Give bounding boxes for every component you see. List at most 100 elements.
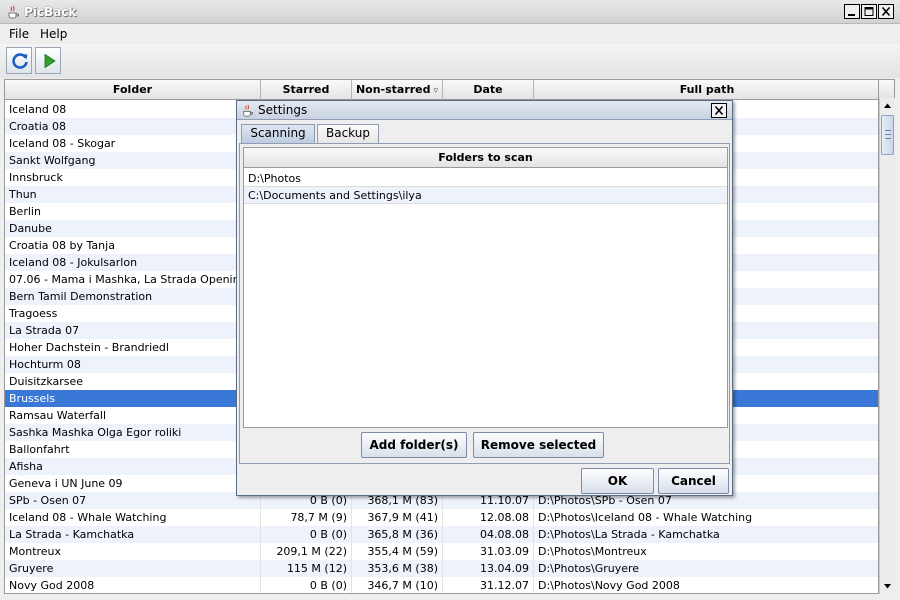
dialog-title-bar: Settings bbox=[237, 101, 732, 120]
cell-folder: La Strada 07 bbox=[5, 322, 261, 339]
column-header-starred[interactable]: Starred bbox=[261, 80, 352, 100]
minimize-icon bbox=[848, 14, 855, 16]
arrow-up-icon bbox=[884, 103, 891, 108]
maximize-button[interactable] bbox=[861, 4, 877, 19]
sort-descending-icon: ▿ bbox=[433, 86, 439, 96]
close-button[interactable] bbox=[878, 4, 894, 19]
table-row[interactable]: Novy God 2008 0 B (0) 346,7 M (10) 31.12.07… bbox=[5, 577, 878, 593]
java-cup-icon bbox=[8, 5, 19, 19]
table-header: Folder Starred Non-starred ▿ Date Full pa… bbox=[5, 80, 878, 100]
menu-help[interactable]: Help bbox=[40, 27, 67, 41]
table-row[interactable]: La Strada - Kamchatka 0 B (0) 365,8 M (36)… bbox=[5, 526, 878, 543]
column-header-folder[interactable]: Folder bbox=[5, 80, 261, 100]
table-row[interactable]: Montreux 209,1 M (22) 355,4 M (59) 31.03.09… bbox=[5, 543, 878, 560]
cell-folder: Croatia 08 bbox=[5, 118, 261, 135]
cell-folder: Novy God 2008 bbox=[5, 577, 261, 593]
cell-non-starred: 355,4 M (59) bbox=[352, 543, 443, 560]
column-header-non-starred[interactable]: Non-starred ▿ bbox=[352, 80, 443, 100]
scroll-grip-line bbox=[885, 138, 891, 139]
scroll-thumb[interactable] bbox=[881, 115, 894, 155]
window-title-bar: PicBack bbox=[0, 0, 900, 24]
cell-folder: Croatia 08 by Tanja bbox=[5, 237, 261, 254]
cell-starred: 78,7 M (9) bbox=[261, 509, 352, 526]
cell-non-starred: 353,6 M (38) bbox=[352, 560, 443, 577]
cell-folder: Innsbruck bbox=[5, 169, 261, 186]
remove-selected-button[interactable]: Remove selected bbox=[473, 432, 604, 458]
java-cup-icon bbox=[243, 104, 253, 117]
column-header-date[interactable]: Date bbox=[443, 80, 534, 100]
list-item[interactable]: D:\Photos bbox=[244, 170, 727, 187]
cell-starred: 0 B (0) bbox=[261, 526, 352, 543]
cell-folder: Ballonfahrt bbox=[5, 441, 261, 458]
cell-folder: Ramsau Waterfall bbox=[5, 407, 261, 424]
arrow-down-icon bbox=[884, 584, 891, 589]
cell-folder: Iceland 08 - Whale Watching bbox=[5, 509, 261, 526]
cell-non-starred: 346,7 M (10) bbox=[352, 577, 443, 593]
cell-starred: 0 B (0) bbox=[261, 577, 352, 593]
add-folder-button[interactable]: Add folder(s) bbox=[361, 432, 467, 458]
close-icon bbox=[714, 105, 724, 116]
cell-folder: La Strada - Kamchatka bbox=[5, 526, 261, 543]
close-icon bbox=[881, 6, 891, 17]
cell-folder: SPb - Osen 07 bbox=[5, 492, 261, 509]
cell-folder: Thun bbox=[5, 186, 261, 203]
cell-folder: 07.06 - Mama i Mashka, La Strada Opening bbox=[5, 271, 261, 288]
table-header-corner bbox=[879, 79, 895, 99]
scroll-grip-line bbox=[885, 134, 891, 135]
cell-folder: Sashka Mashka Olga Egor roliki bbox=[5, 424, 261, 441]
cell-full-path: D:\Photos\Montreux bbox=[538, 545, 647, 558]
menu-file[interactable]: File bbox=[9, 27, 29, 41]
toolbar bbox=[0, 44, 900, 78]
cancel-button[interactable]: Cancel bbox=[658, 468, 729, 494]
cell-date: 31.12.07 bbox=[443, 577, 534, 593]
dialog-close-button[interactable] bbox=[711, 103, 727, 118]
folders-to-scan-list[interactable]: Folders to scan D:\Photos C:\Documents a… bbox=[243, 147, 728, 428]
list-item[interactable]: C:\Documents and Settings\ilya bbox=[244, 187, 727, 204]
scroll-up-button[interactable] bbox=[880, 98, 895, 114]
cell-folder: Brussels bbox=[5, 390, 261, 407]
tab-backup[interactable]: Backup bbox=[317, 124, 379, 143]
cell-folder: Berlin bbox=[5, 203, 261, 220]
cell-folder: Iceland 08 - Jokulsarlon bbox=[5, 254, 261, 271]
refresh-button[interactable] bbox=[6, 47, 32, 74]
cell-folder: Hochturm 08 bbox=[5, 356, 261, 373]
cell-full-path: D:\Photos\Gruyere bbox=[538, 562, 640, 575]
play-icon bbox=[44, 53, 56, 69]
table-row[interactable]: Iceland 08 - Whale Watching 78,7 M (9) 367… bbox=[5, 509, 878, 526]
column-header-full-path[interactable]: Full path bbox=[534, 80, 878, 100]
menu-bar: File Help bbox=[0, 24, 900, 44]
cell-folder: Iceland 08 - Skogar bbox=[5, 135, 261, 152]
cell-folder: Hoher Dachstein - Brandriedl bbox=[5, 339, 261, 356]
cell-folder: Iceland 08 bbox=[5, 101, 261, 118]
cell-folder: Duisitzkarsee bbox=[5, 373, 261, 390]
cell-non-starred: 367,9 M (41) bbox=[352, 509, 443, 526]
cell-date: 13.04.09 bbox=[443, 560, 534, 577]
cell-starred: 115 M (12) bbox=[261, 560, 352, 577]
cell-folder: Sankt Wolfgang bbox=[5, 152, 261, 169]
folders-list-header: Folders to scan bbox=[244, 148, 727, 168]
settings-dialog: Settings Scanning Backup Folders to scan… bbox=[236, 100, 733, 496]
column-header-non-starred-label: Non-starred bbox=[355, 83, 431, 96]
cell-date: 31.03.09 bbox=[443, 543, 534, 560]
cell-non-starred: 365,8 M (36) bbox=[352, 526, 443, 543]
scroll-down-button[interactable] bbox=[880, 578, 895, 594]
ok-button[interactable]: OK bbox=[581, 468, 654, 494]
cell-folder: Tragoess bbox=[5, 305, 261, 322]
scanning-tab-panel: Folders to scan D:\Photos C:\Documents a… bbox=[239, 143, 730, 464]
cell-folder: Afisha bbox=[5, 458, 261, 475]
window-title: PicBack bbox=[24, 5, 77, 19]
cell-full-path: D:\Photos\La Strada - Kamchatka bbox=[538, 528, 720, 541]
tab-scanning[interactable]: Scanning bbox=[241, 124, 315, 143]
cell-folder: Montreux bbox=[5, 543, 261, 560]
minimize-button[interactable] bbox=[844, 4, 860, 19]
cell-folder: Geneva i UN June 09 bbox=[5, 475, 261, 492]
table-vertical-scrollbar[interactable] bbox=[879, 98, 895, 594]
table-row[interactable]: Gruyere 115 M (12) 353,6 M (38) 13.04.09 D:\… bbox=[5, 560, 878, 577]
cell-folder: Danube bbox=[5, 220, 261, 237]
dialog-title: Settings bbox=[258, 103, 308, 117]
cell-full-path: D:\Photos\Novy God 2008 bbox=[538, 579, 680, 592]
maximize-icon bbox=[864, 7, 874, 16]
run-button[interactable] bbox=[35, 47, 61, 74]
cell-folder: Bern Tamil Demonstration bbox=[5, 288, 261, 305]
cell-folder: Gruyere bbox=[5, 560, 261, 577]
